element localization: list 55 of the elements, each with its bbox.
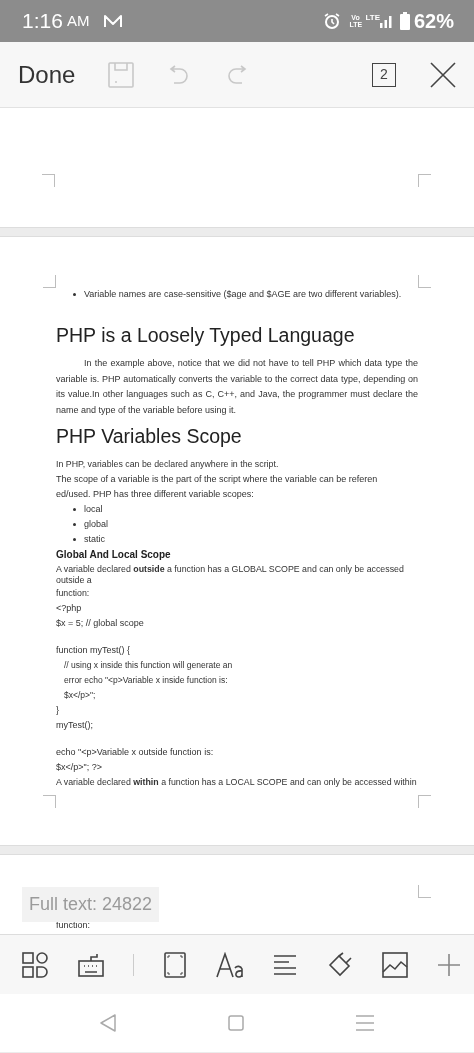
section-heading: PHP Variables Scope (56, 424, 243, 449)
text-line: The scope of a variable is the part of the script where the variable can be referen (56, 473, 379, 487)
frame-icon[interactable] (163, 951, 186, 978)
plus-icon[interactable] (438, 953, 460, 976)
text-line: } (56, 704, 60, 718)
paint-bucket-icon[interactable] (326, 951, 353, 978)
text-line: echo "<p>Variable x outside function is: (56, 746, 215, 760)
network-label: LTE (365, 12, 380, 24)
clock-time: 1:16 (22, 8, 63, 35)
grid-icon[interactable] (22, 951, 48, 978)
bullet-item: static (56, 532, 430, 548)
bullet-item: global (56, 517, 430, 533)
crop-mark (418, 275, 431, 288)
paragraph: In PHP, variables can be declared anywhere in the script. (56, 459, 280, 471)
text-line: ed/used. PHP has three different variable scopes: (56, 488, 255, 502)
battery-percent: 62% (413, 9, 454, 34)
code-line: error echo "<p>Variable x inside function is: (63, 674, 229, 688)
paragraph: A variable declared within a function has a LOCAL SCOPE and can only be accessed within (56, 777, 418, 789)
text-line: function myTest() { (56, 644, 132, 658)
bullet-item: Variable names are case-sensitive ($age and $AGE are two different variables). (56, 287, 430, 302)
subheading: Global And Local Scope (56, 548, 172, 563)
alarm-icon (323, 12, 342, 30)
section-heading: PHP is a Loosely Typed Language (56, 323, 356, 347)
crop-mark (418, 795, 431, 808)
bullet-mark (73, 538, 76, 542)
image-icon[interactable] (382, 951, 409, 978)
align-left-icon[interactable] (273, 953, 298, 976)
code-line: // using x inside this function will generate an (63, 659, 234, 673)
code-line: $x</p>"; (63, 689, 97, 703)
text-line: function: (56, 919, 92, 932)
paragraph: In the example above, notice that we did not have to tell PHP which data type the variable is. PHP automatically converts the variable to the correct data type, depending on its value.In other languages such as C, C++, and Java, the programmer must declare the name and type of the variable before using it. (56, 357, 418, 417)
crop-mark (43, 795, 56, 808)
font-icon[interactable] (215, 951, 244, 978)
paragraph: function: (56, 588, 91, 600)
signal-icon (379, 14, 392, 28)
done-button[interactable]: Done (18, 56, 76, 93)
crop-mark (42, 174, 55, 187)
crop-mark (418, 885, 431, 898)
mail-icon (103, 13, 124, 29)
clock-period: AM (66, 10, 90, 31)
crop-mark (418, 174, 431, 187)
close-icon[interactable] (430, 61, 456, 88)
bullet-mark (73, 293, 76, 296)
crop-mark (43, 275, 56, 288)
bullet-mark (73, 508, 76, 512)
battery-icon (399, 12, 410, 30)
text-line: $x</p>"; ?> (56, 761, 103, 775)
keyboard-icon[interactable] (77, 952, 104, 977)
bullet-item: local (56, 502, 430, 518)
bullet-mark (73, 523, 76, 527)
text-line: myTest(); (56, 719, 94, 733)
full-text-count: Full text: 24822 (22, 887, 160, 922)
text-line: <?php (56, 602, 83, 616)
text-line: $x = 5; // global scope (56, 617, 145, 631)
page-count-button[interactable]: 2 (372, 62, 396, 87)
